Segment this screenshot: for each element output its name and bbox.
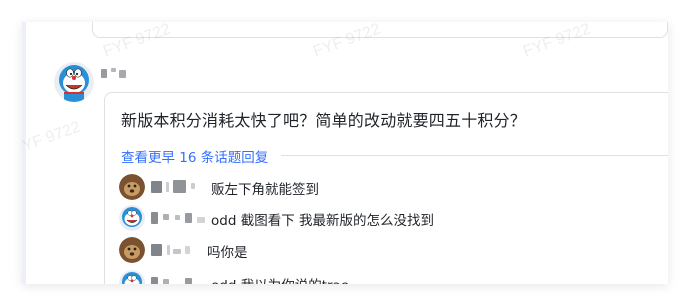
- reply-item: odd 截图看下 我最新版的怎么没找到: [119, 205, 668, 231]
- doraemon-icon: [119, 205, 145, 231]
- sender-avatar[interactable]: [54, 62, 94, 102]
- doraemon-avatar[interactable]: [119, 205, 145, 231]
- left-rail: [22, 22, 26, 284]
- reply-name-redacted: [151, 243, 207, 257]
- reply-text: odd 截图看下 我最新版的怎么没找到: [211, 213, 434, 229]
- view-earlier-replies-link[interactable]: 查看更早 16 条话题回复: [121, 146, 268, 166]
- reply-text: 吗你是: [207, 245, 248, 261]
- dog-avatar[interactable]: [119, 174, 145, 200]
- reply-item: 吗你是: [119, 237, 668, 263]
- doraemon-icon: [54, 62, 94, 102]
- reply-text: odd 我以为你说的trae: [211, 274, 349, 284]
- reply-name-redacted: [151, 276, 207, 284]
- chat-window: FYF 9722 FYF 9722 FYF 9722 FYF 9722 FYF …: [22, 22, 668, 284]
- reply-text: 贩左下角就能签到: [211, 182, 319, 198]
- thread-card: 新版本积分消耗太快了吧？简单的改动就要四五十积分？ 查看更早 16 条话题回复: [104, 92, 668, 284]
- watermark: FYF 9722: [22, 118, 83, 159]
- dog-icon: [119, 237, 145, 263]
- dog-icon: [119, 174, 145, 200]
- divider: [281, 155, 668, 156]
- previous-message-card: [92, 22, 668, 38]
- reply-name-redacted: [151, 180, 207, 194]
- doraemon-avatar[interactable]: [119, 270, 145, 284]
- reply-item: odd 我以为你说的trae: [119, 270, 668, 284]
- dog-avatar[interactable]: [119, 237, 145, 263]
- sender-name-redacted: [101, 66, 143, 80]
- reply-name-redacted: [151, 211, 207, 225]
- reply-item: 贩左下角就能签到: [119, 174, 668, 200]
- message-text: 新版本积分消耗太快了吧？简单的改动就要四五十积分？: [121, 111, 527, 130]
- doraemon-icon: [119, 270, 145, 284]
